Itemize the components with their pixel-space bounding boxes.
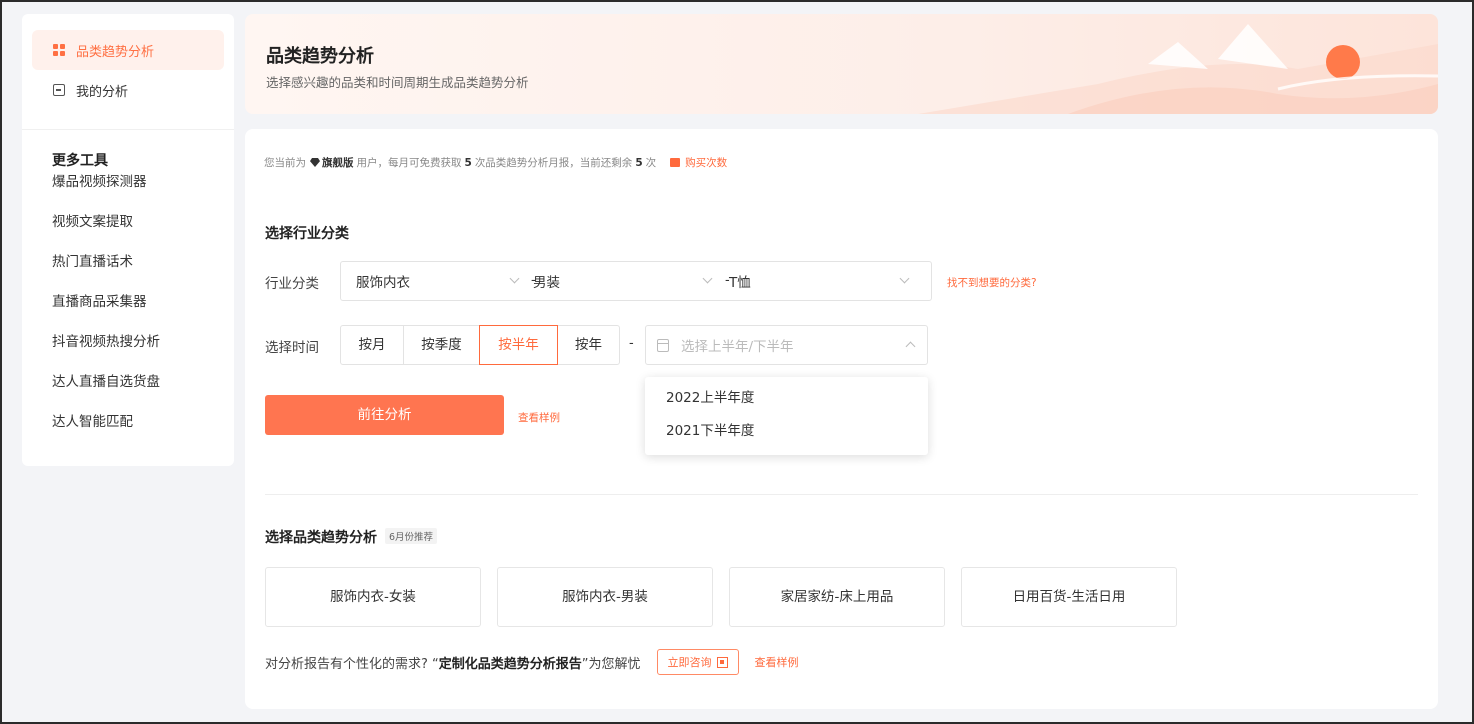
- period-half-year[interactable]: 按半年: [479, 325, 558, 365]
- tool-item[interactable]: 达人直播自选货盘: [52, 362, 234, 402]
- consult-now-button[interactable]: 立即咨询: [656, 649, 739, 675]
- industry-level3-value: T恤: [729, 275, 751, 291]
- time-row-label: 选择时间: [265, 340, 319, 356]
- footer-bold: 定制化品类趋势分析报告: [438, 656, 582, 672]
- recommend-card[interactable]: 服饰内衣-女装: [265, 567, 481, 627]
- list-box-icon: [52, 83, 66, 97]
- tool-item[interactable]: 视频文案提取: [52, 202, 234, 242]
- mountain-illustration: [918, 24, 1438, 114]
- period-quarter[interactable]: 按季度: [403, 325, 480, 365]
- industry-section-title: 选择行业分类: [265, 226, 349, 242]
- sidebar-primary: 品类趋势分析 我的分析: [22, 14, 234, 130]
- main-panel: 您当前为 旗舰版 用户，每月可免费获取 5 次品类趋势分析月报，当前还剩余 5 …: [245, 129, 1438, 709]
- separator: -: [629, 336, 634, 351]
- calendar-icon: [657, 338, 669, 352]
- industry-level1-value: 服饰内衣: [356, 275, 410, 291]
- free-count: 5: [464, 156, 472, 169]
- bag-icon: [670, 158, 681, 167]
- industry-cascader: 服饰内衣 - 男装 - T恤: [340, 261, 932, 301]
- industry-row-label: 行业分类: [265, 276, 319, 292]
- quota-notice: 您当前为 旗舰版 用户，每月可免费获取 5 次品类趋势分析月报，当前还剩余 5 …: [264, 155, 727, 170]
- date-placeholder: 选择上半年/下半年: [681, 339, 794, 355]
- chevron-up-icon: [905, 341, 916, 352]
- notice-middle2: 次品类趋势分析月报，当前还剩余: [474, 157, 633, 169]
- footer-tail: ”为您解忧: [581, 656, 641, 672]
- half-year-date-picker[interactable]: 选择上半年/下半年: [645, 325, 928, 365]
- industry-level1-select[interactable]: 服饰内衣: [341, 262, 521, 300]
- half-year-dropdown: 2022上半年度 2021下半年度: [645, 377, 928, 455]
- recommend-card[interactable]: 家居家纺-床上用品: [729, 567, 945, 627]
- member-level: 旗舰版: [322, 157, 354, 169]
- recommend-cards: 服饰内衣-女装 服饰内衣-男装 家居家纺-床上用品 日用百货-生活日用: [265, 567, 1193, 627]
- chevron-down-icon: [899, 273, 910, 284]
- page-subtitle: 选择感兴趣的品类和时间周期生成品类趋势分析: [266, 75, 529, 90]
- buy-count-link[interactable]: 购买次数: [670, 155, 727, 170]
- custom-report-footer: 对分析报告有个性化的需求? “定制化品类趋势分析报告 ”为您解忧 立即咨询 查看样…: [265, 649, 799, 675]
- chevron-down-icon: [509, 273, 520, 284]
- view-sample-link[interactable]: 查看样例: [518, 410, 560, 425]
- tool-item[interactable]: 爆品视频探测器: [52, 170, 234, 202]
- dropdown-option[interactable]: 2022上半年度: [645, 387, 928, 420]
- page-banner: 品类趋势分析 选择感兴趣的品类和时间周期生成品类趋势分析: [245, 14, 1438, 114]
- remain-count: 5: [635, 156, 643, 169]
- sidebar-item-label: 我的分析: [76, 84, 129, 100]
- tool-item[interactable]: 达人智能匹配: [52, 402, 234, 442]
- page-title: 品类趋势分析: [266, 46, 374, 67]
- qr-code-icon: [716, 656, 728, 668]
- industry-level3-select[interactable]: T恤: [716, 262, 926, 300]
- recommend-card[interactable]: 日用百货-生活日用: [961, 567, 1177, 627]
- recommend-card[interactable]: 服饰内衣-男装: [497, 567, 713, 627]
- tool-list: 爆品视频探测器 视频文案提取 热门直播话术 直播商品采集器 抖音视频热搜分析 达…: [22, 170, 234, 442]
- tool-item[interactable]: 热门直播话术: [52, 242, 234, 282]
- chevron-down-icon: [702, 273, 713, 284]
- industry-level2-value: 男装: [533, 275, 560, 291]
- more-tools-title: 更多工具: [52, 153, 108, 169]
- divider: [265, 494, 1418, 495]
- recommend-badge: 6月份推荐: [385, 528, 438, 544]
- time-period-segmented: 按月 按季度 按半年 按年: [340, 325, 620, 365]
- sidebar: 品类趋势分析 我的分析 更多工具 爆品视频探测器 视频文案提取 热门直播话术 直…: [22, 14, 234, 466]
- footer-sample-link[interactable]: 查看样例: [755, 654, 799, 670]
- recommend-section-title: 选择品类趋势分析 6月份推荐: [265, 527, 438, 547]
- grid-icon: [52, 43, 66, 57]
- sidebar-item-my-analysis[interactable]: 我的分析: [32, 70, 224, 110]
- tool-item[interactable]: 抖音视频热搜分析: [52, 322, 234, 362]
- category-not-found-link[interactable]: 找不到想要的分类?: [947, 275, 1037, 290]
- period-month[interactable]: 按月: [340, 325, 404, 365]
- notice-suffix: 次: [645, 157, 657, 169]
- tool-item[interactable]: 直播商品采集器: [52, 282, 234, 322]
- period-year[interactable]: 按年: [557, 325, 620, 365]
- sidebar-item-category-trend[interactable]: 品类趋势分析: [32, 30, 224, 70]
- go-analyze-button[interactable]: 前往分析: [265, 395, 504, 435]
- recommend-title: 选择品类趋势分析: [265, 530, 377, 546]
- dropdown-option[interactable]: 2021下半年度: [645, 420, 928, 453]
- footer-question: 对分析报告有个性化的需求? “: [265, 656, 439, 672]
- notice-middle: 用户，每月可免费获取: [356, 157, 462, 169]
- diamond-icon: [310, 158, 320, 167]
- notice-prefix: 您当前为: [264, 157, 306, 169]
- consult-label: 立即咨询: [667, 656, 712, 669]
- buy-count-label: 购买次数: [685, 157, 728, 169]
- sidebar-item-label: 品类趋势分析: [76, 44, 155, 60]
- industry-level2-select[interactable]: 男装: [521, 262, 716, 300]
